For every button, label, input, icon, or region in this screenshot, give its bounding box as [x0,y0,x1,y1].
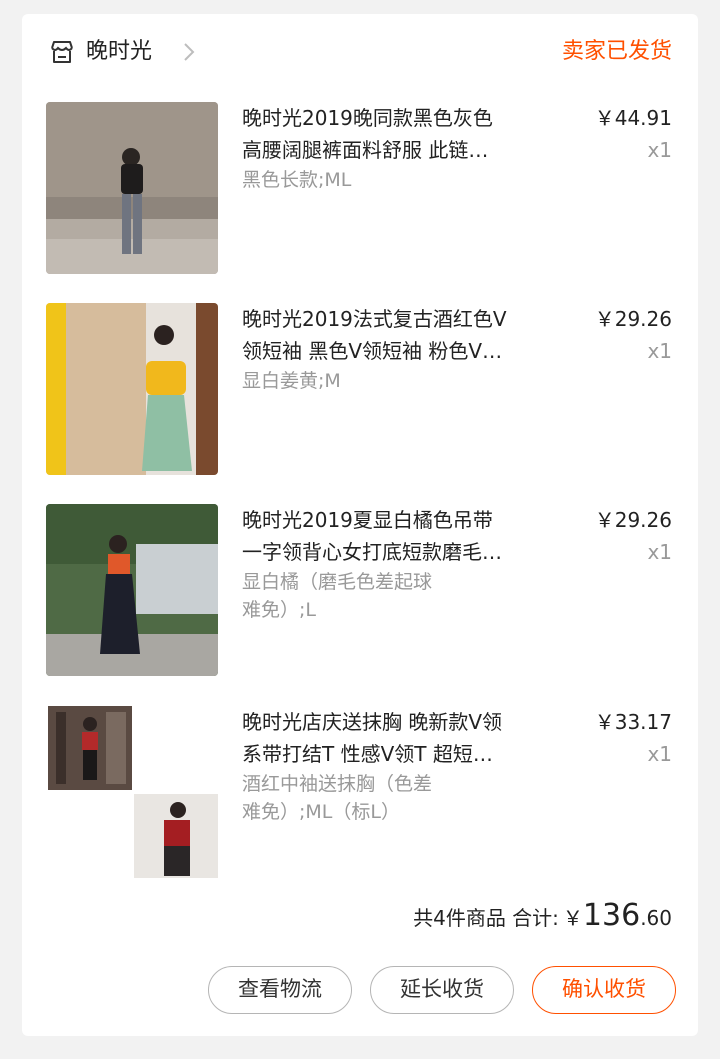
view-logistics-button[interactable]: 查看物流 [208,966,352,1014]
product-sku: 显白橘（磨毛色差起球 难免）;L [242,571,433,621]
product-price: ￥29.26 [594,508,672,532]
product-price: ￥33.17 [594,710,672,734]
item-count-label: 共4件商品 合计: [413,906,559,930]
total-decimal: .60 [640,906,672,930]
product-price: ￥29.26 [594,307,672,331]
order-status: 卖家已发货 [561,39,672,64]
product-quantity: x1 [647,138,672,162]
order-item[interactable]: 晚时光2019夏显白橘色吊带 一字领背心女打底短款磨毛… 显白橘（磨毛色差起球 … [22,504,698,676]
order-summary: 共4件商品 合计: ￥ 136 .60 [413,898,672,942]
product-price: ￥44.91 [594,106,672,130]
store-icon [51,41,73,63]
product-quantity: x1 [647,339,672,363]
order-card: 晚时光 卖家已发货 晚时光2019晚同款黑色灰色 高腰阔腿裤面料舒服 此链… 黑… [22,14,698,1036]
product-sku: 显白姜黄;M [242,370,341,392]
product-quantity: x1 [647,742,672,766]
product-image[interactable] [46,303,218,475]
chevron-right-icon [184,43,195,61]
confirm-receipt-button[interactable]: 确认收货 [532,966,676,1014]
product-image[interactable] [46,102,218,274]
product-quantity: x1 [647,540,672,564]
shop-header[interactable]: 晚时光 卖家已发货 [22,14,698,90]
product-title[interactable]: 晚时光2019晚同款黑色灰色 高腰阔腿裤面料舒服 此链… [242,102,554,166]
total-integer: 136 [582,898,641,933]
product-sku: 黑色长款;ML [242,169,352,191]
shop-name[interactable]: 晚时光 [86,36,152,68]
product-title[interactable]: 晚时光2019夏显白橘色吊带 一字领背心女打底短款磨毛… [242,504,554,568]
product-title[interactable]: 晚时光店庆送抹胸 晚新款V领 系带打结T 性感V领T 超短… [242,706,554,770]
order-item[interactable]: 晚时光2019晚同款黑色灰色 高腰阔腿裤面料舒服 此链… 黑色长款;ML ￥44… [22,102,698,274]
product-image[interactable] [46,504,218,676]
order-item[interactable]: 晚时光店庆送抹胸 晚新款V领 系带打结T 性感V领T 超短… 酒红中袖送抹胸（色… [22,706,698,878]
product-image[interactable] [46,706,218,878]
product-sku: 酒红中袖送抹胸（色差 难免）;ML（标L） [242,773,433,823]
extend-receipt-button[interactable]: 延长收货 [370,966,514,1014]
currency-symbol: ￥ [562,906,583,930]
order-item[interactable]: 晚时光2019法式复古酒红色V 领短袖 黑色V领短袖 粉色V… 显白姜黄;M ￥… [22,303,698,475]
product-title[interactable]: 晚时光2019法式复古酒红色V 领短袖 黑色V领短袖 粉色V… [242,303,554,367]
